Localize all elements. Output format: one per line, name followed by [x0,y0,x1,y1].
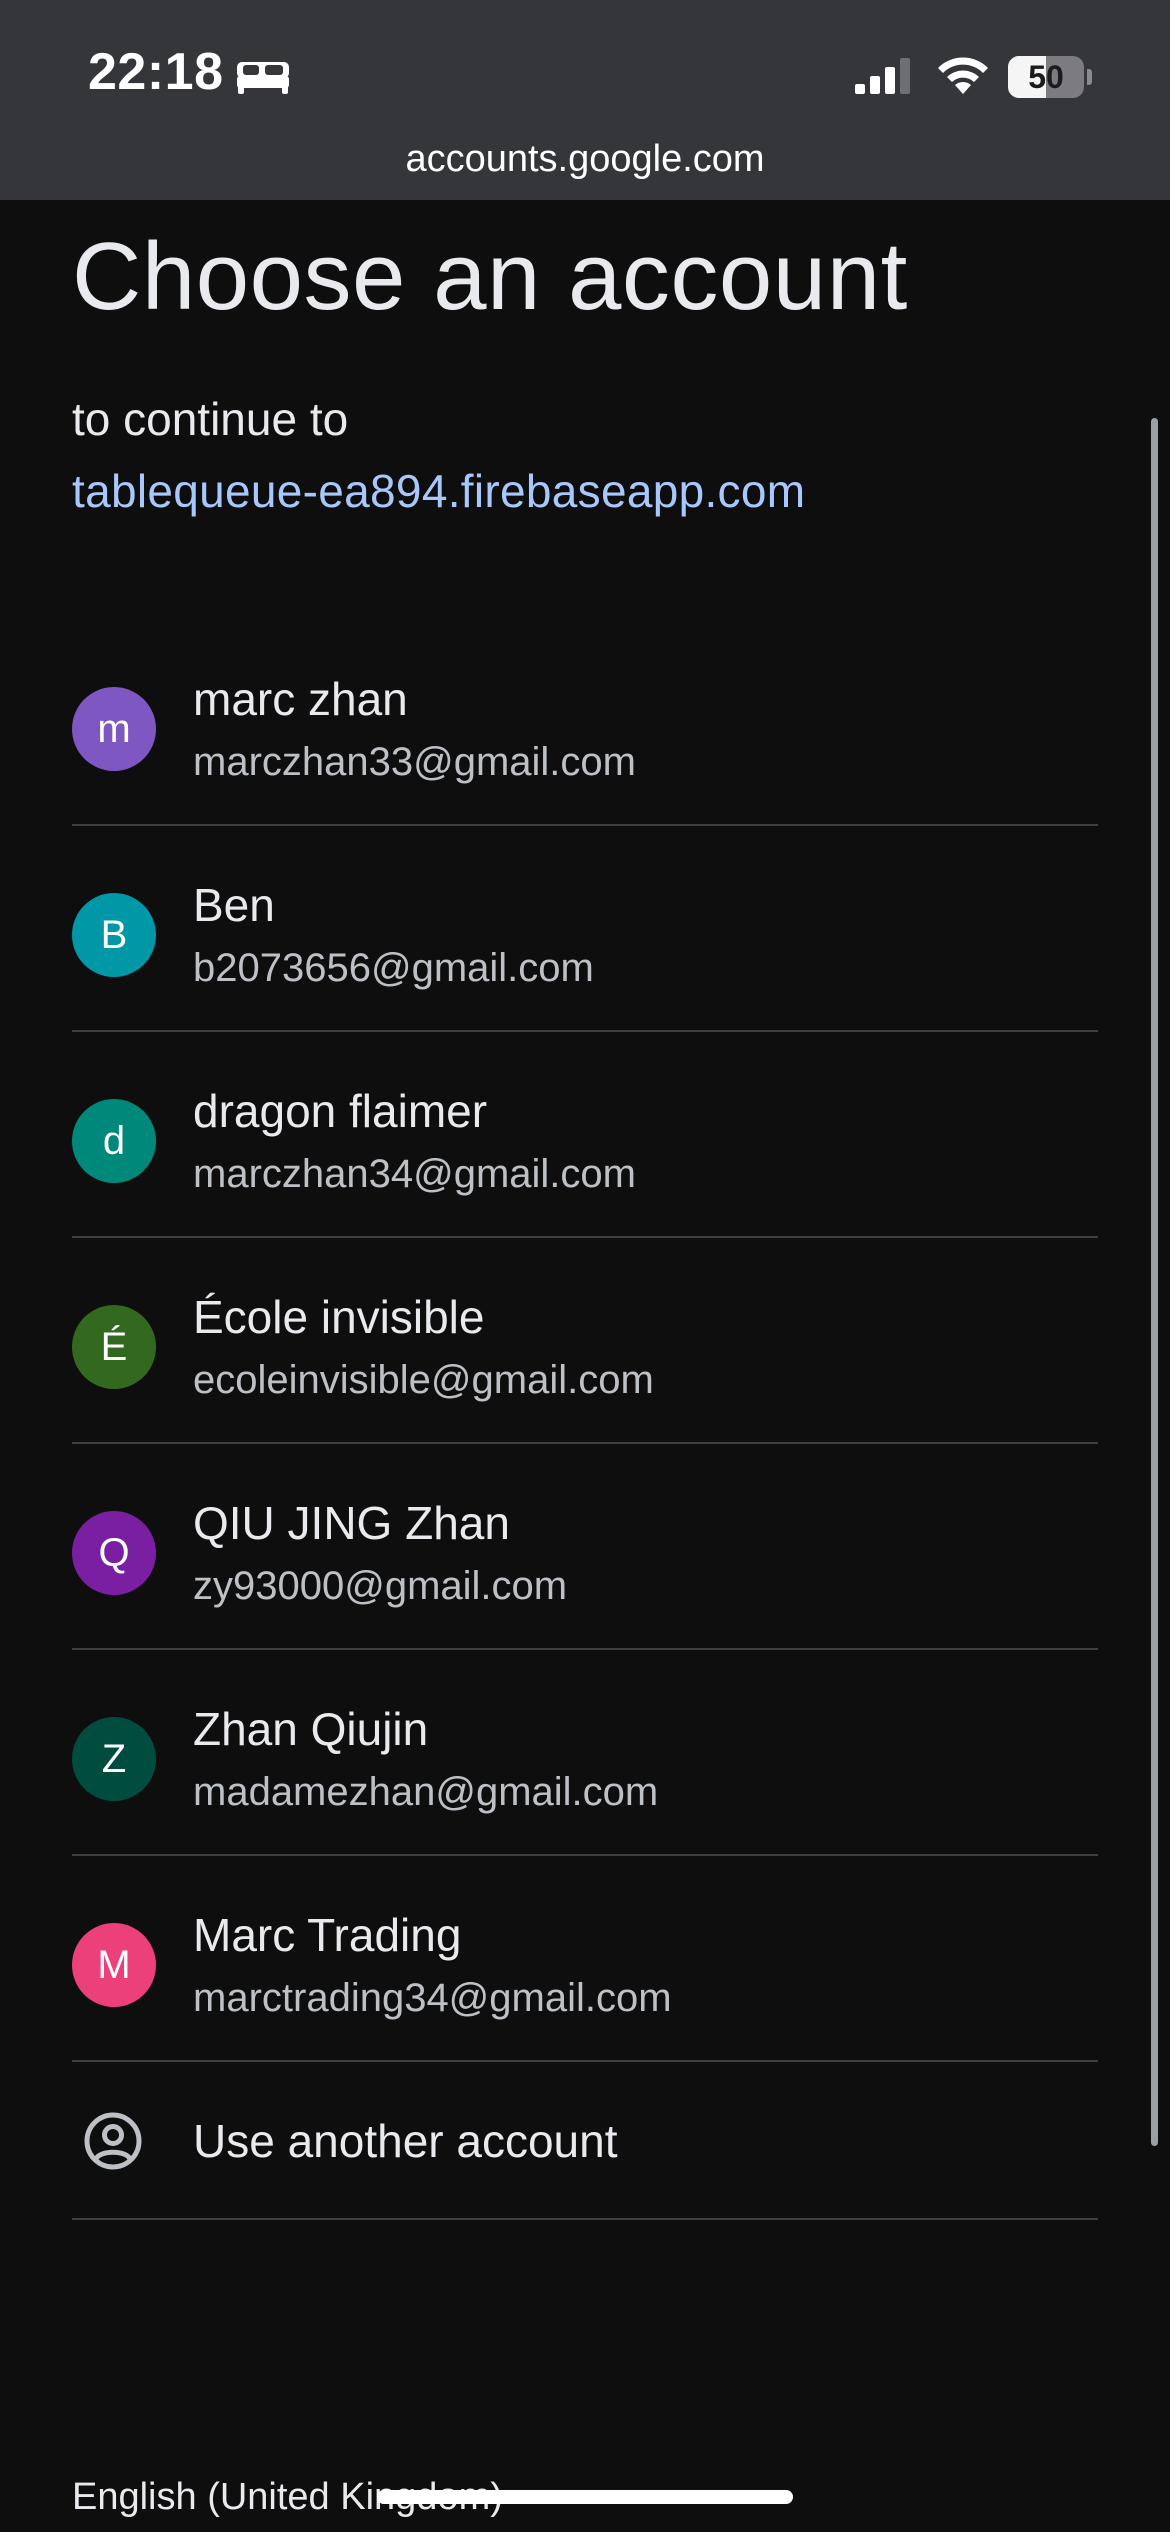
battery-indicator: 50 [1008,56,1092,98]
wifi-icon [938,57,988,94]
account-email: madamezhan@gmail.com [193,1770,659,1814]
account-name: Marc Trading [193,1909,462,1961]
screen: 22:18 50 accounts.google.com Choose an a… [0,0,1170,2532]
avatar: Z [72,1717,156,1801]
account-email: zy93000@gmail.com [193,1564,568,1608]
account-email: marczhan33@gmail.com [193,740,636,784]
use-another-account-button[interactable]: Use another account [72,2062,1098,2220]
account-email: marctrading34@gmail.com [193,1976,672,2020]
page-title: Choose an account [72,223,908,330]
home-indicator[interactable] [377,2490,793,2504]
account-row[interactable]: M Marc Trading marctrading34@gmail.com [72,1856,1098,2062]
app-link[interactable]: tablequeue-ea894.firebaseapp.com [72,464,805,518]
avatar: Q [72,1511,156,1595]
battery-tip [1087,69,1092,85]
avatar: m [72,687,156,771]
bed-icon [237,62,289,94]
use-another-account-label: Use another account [193,2115,618,2167]
account-circle-icon [84,2112,142,2170]
account-name: dragon flaimer [193,1085,488,1137]
avatar: d [72,1099,156,1183]
url-display[interactable]: accounts.google.com [0,138,1170,181]
continue-label: to continue to [72,393,349,445]
account-email: ecoleinvisible@gmail.com [193,1358,654,1402]
avatar: M [72,1923,156,2007]
battery-body: 50 [1008,56,1084,98]
avatar: B [72,893,156,977]
cellular-signal-icon [855,58,910,94]
account-row[interactable]: Q QIU JING Zhan zy93000@gmail.com [72,1444,1098,1650]
account-name: École invisible [193,1291,485,1343]
account-email: b2073656@gmail.com [193,946,594,990]
account-row[interactable]: Z Zhan Qiujin madamezhan@gmail.com [72,1650,1098,1856]
account-name: QIU JING Zhan [193,1497,510,1549]
account-name: Zhan Qiujin [193,1703,429,1755]
account-email: marczhan34@gmail.com [193,1152,636,1196]
account-name: marc zhan [193,673,408,725]
scrollbar[interactable] [1151,418,1158,2146]
status-time: 22:18 [88,43,224,101]
account-row[interactable]: É École invisible ecoleinvisible@gmail.c… [72,1238,1098,1444]
account-name: Ben [193,879,275,931]
account-list: m marc zhan marczhan33@gmail.com B Ben b… [72,620,1098,2220]
account-row[interactable]: B Ben b2073656@gmail.com [72,826,1098,1032]
account-row[interactable]: d dragon flaimer marczhan34@gmail.com [72,1032,1098,1238]
account-row[interactable]: m marc zhan marczhan33@gmail.com [72,620,1098,826]
browser-top-bar: 22:18 50 accounts.google.com [0,0,1170,200]
battery-percent: 50 [1028,59,1064,95]
avatar: É [72,1305,156,1389]
